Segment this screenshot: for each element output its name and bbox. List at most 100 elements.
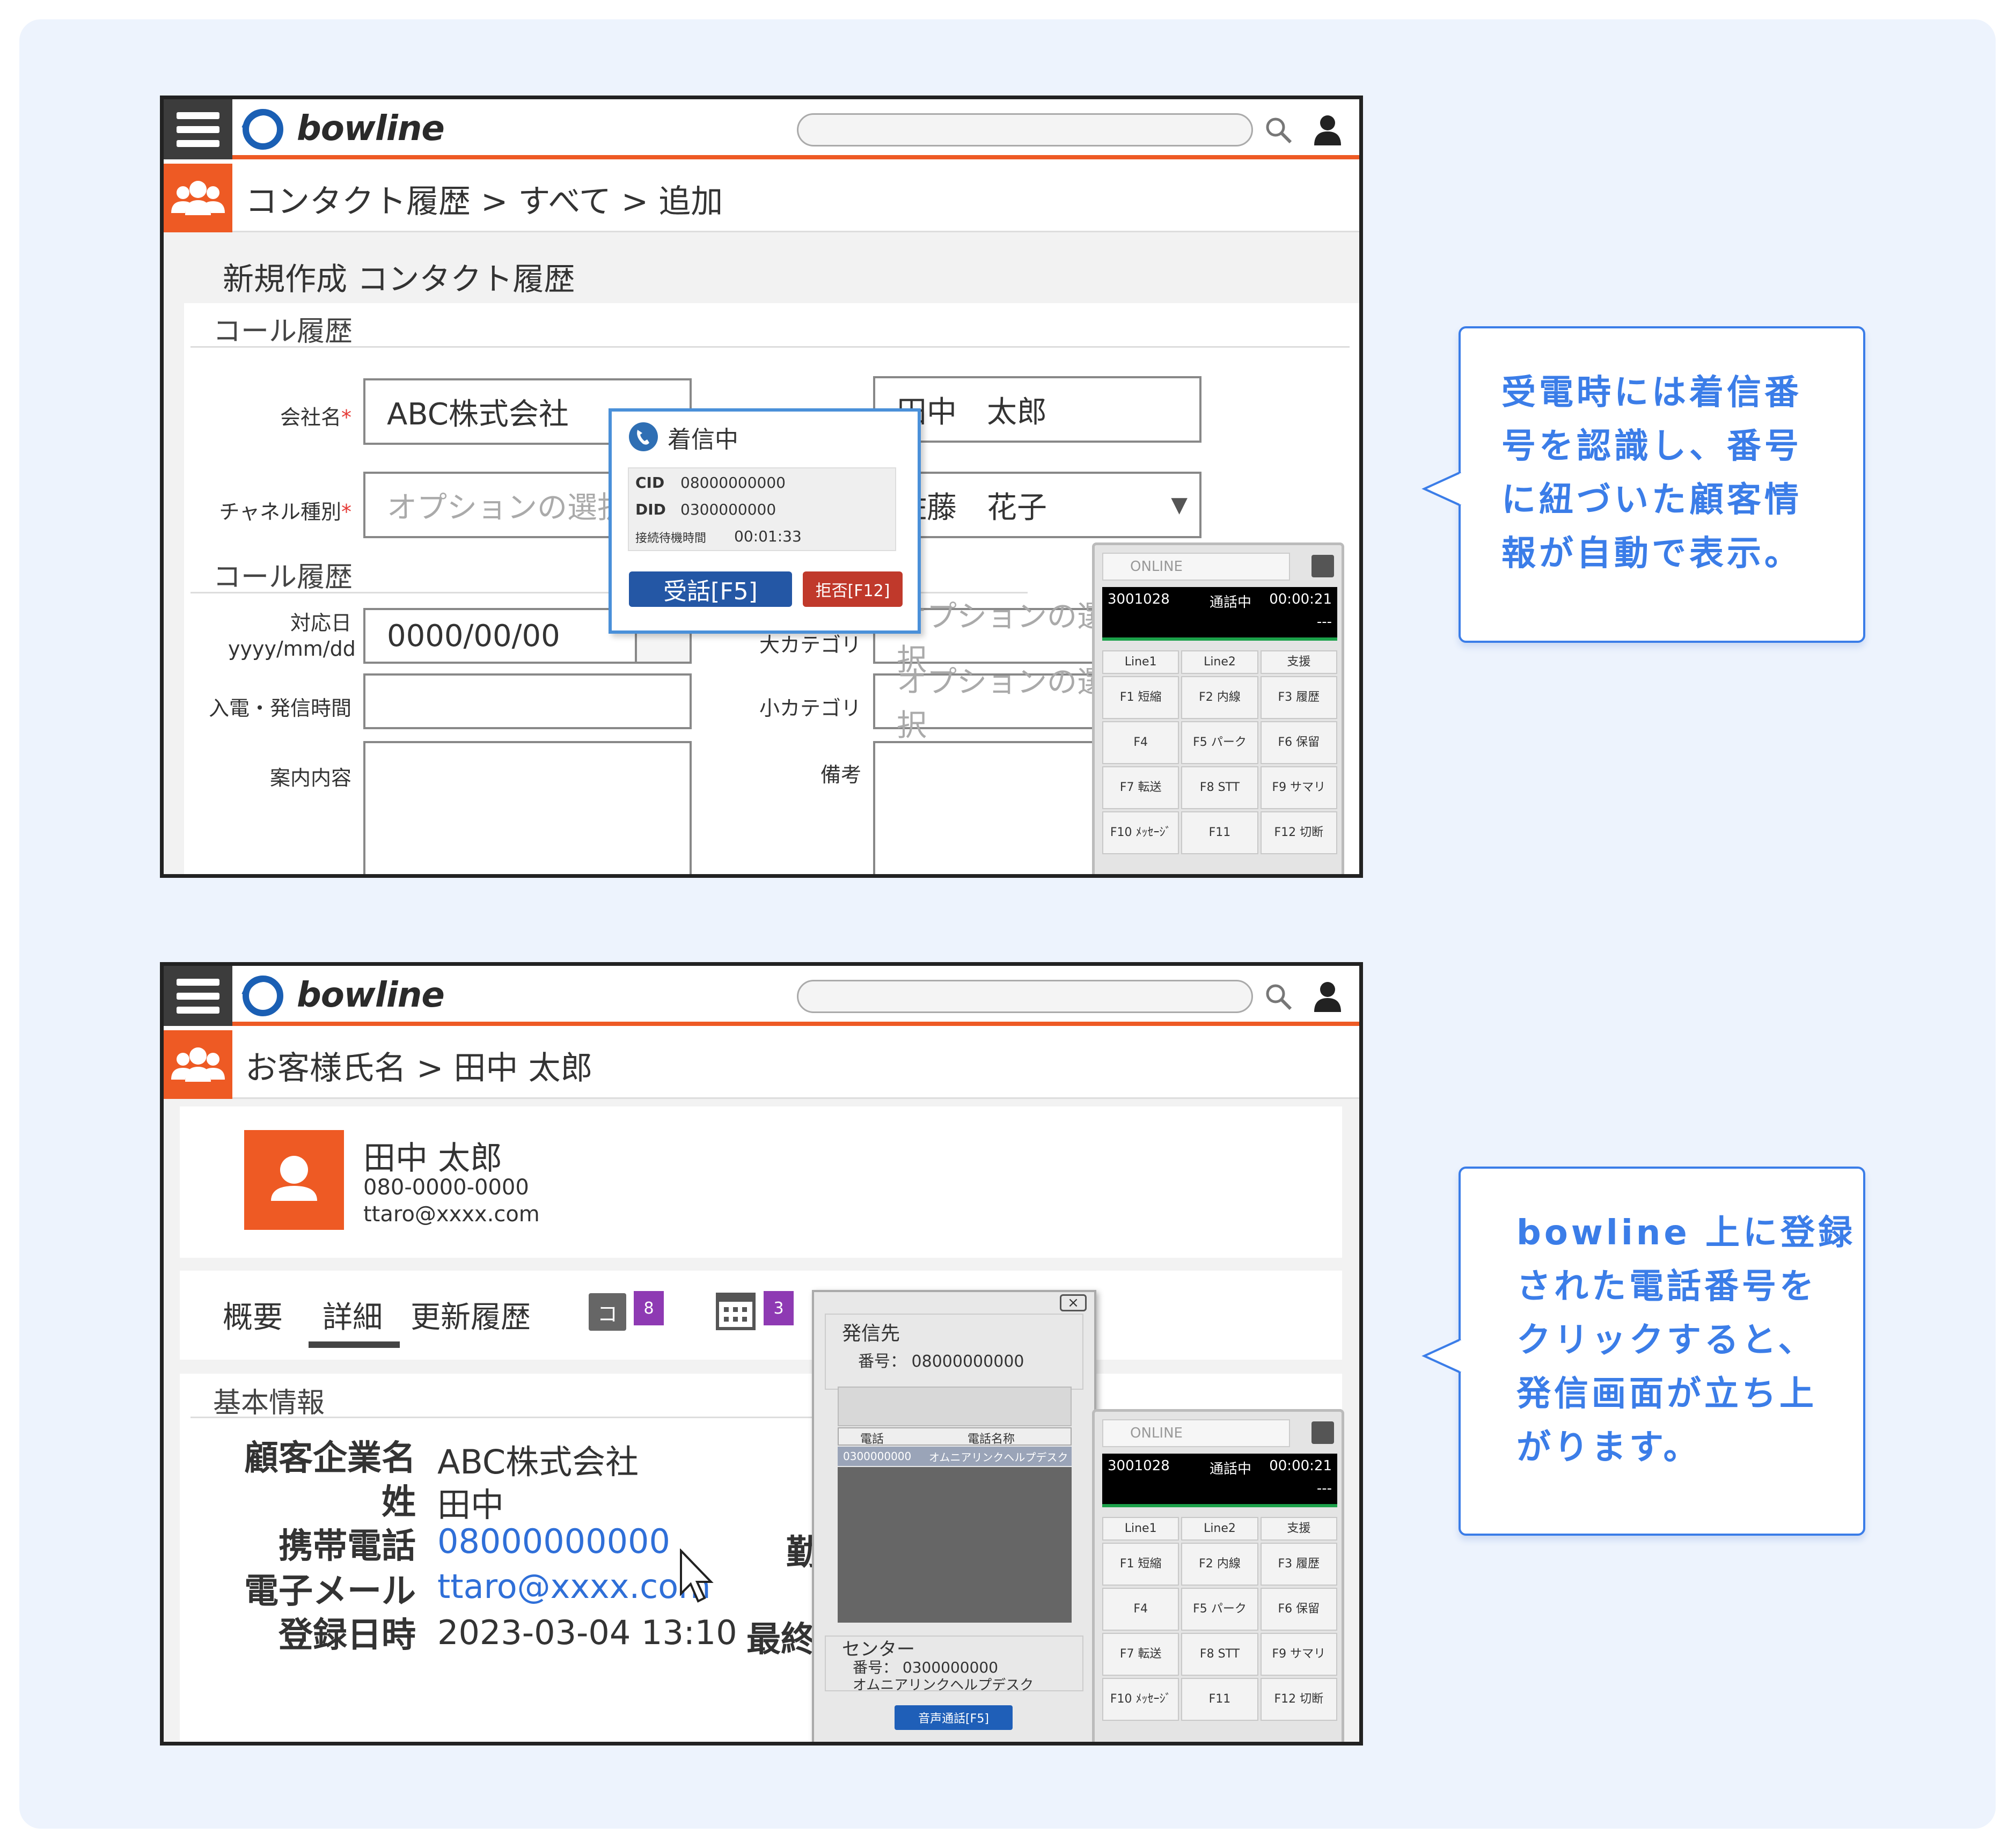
f8-button[interactable]: F8 STT xyxy=(1181,1633,1258,1676)
note-textarea[interactable] xyxy=(873,741,1115,874)
email-link[interactable]: ttaro@xxxx.com xyxy=(437,1567,711,1606)
user-icon[interactable] xyxy=(1312,113,1343,146)
section-title-2: コール履歴 xyxy=(213,561,353,593)
f7-button[interactable]: F7 転送 xyxy=(1102,766,1179,809)
phone-select-box[interactable] xyxy=(838,1387,1072,1426)
line2-button[interactable]: Line2 xyxy=(1181,1517,1258,1541)
status-select[interactable]: ONLINE xyxy=(1102,1419,1290,1447)
f2-button[interactable]: F2 内線 xyxy=(1181,676,1258,719)
reject-button[interactable]: 拒否[F12] xyxy=(803,571,903,607)
mobile-phone-link[interactable]: 08000000000 xyxy=(437,1522,670,1561)
column-name: 電話名称 xyxy=(968,1433,1015,1446)
did-label: DID xyxy=(635,501,666,518)
f7-button[interactable]: F7 転送 xyxy=(1102,1633,1179,1676)
f12-button[interactable]: F12 切断 xyxy=(1260,1678,1337,1721)
contact-count-icon[interactable]: コ xyxy=(589,1293,626,1331)
f2-button[interactable]: F2 内線 xyxy=(1181,1543,1258,1586)
minimize-icon[interactable] xyxy=(1311,1421,1334,1444)
f4-button[interactable]: F4 xyxy=(1102,721,1179,764)
schedule-count-badge: 3 xyxy=(764,1291,794,1325)
f1-button[interactable]: F1 短縮 xyxy=(1102,676,1179,719)
softphone-panel: ONLINE 3001028 通話中 00:00:21 --- Line1 Li… xyxy=(1092,542,1344,874)
minimize-icon[interactable] xyxy=(1311,555,1334,577)
status-select[interactable]: ONLINE xyxy=(1102,553,1290,581)
callout-text: bowline 上に登録 された電話番号を クリックすると、 発信画面が立ち上 がります… xyxy=(1516,1213,1856,1468)
person-field[interactable]: 田中 太郎 xyxy=(873,376,1201,443)
f1-button[interactable]: F1 短縮 xyxy=(1102,1543,1179,1586)
phone-table-row[interactable]: 0300000000 オムニアリンクヘルプデスク xyxy=(838,1447,1072,1466)
smallcat-select[interactable]: オプションの選択 xyxy=(873,665,1115,743)
page-title: 新規作成 コンタクト履歴 xyxy=(223,261,575,297)
f12-button[interactable]: F12 切断 xyxy=(1260,811,1337,854)
close-icon[interactable]: × xyxy=(1060,1294,1087,1311)
f6-button[interactable]: F6 保留 xyxy=(1260,1588,1337,1631)
callout-outgoing: bowline 上に登録 された電話番号を クリックすると、 発信画面が立ち上 がります… xyxy=(1459,1167,1865,1536)
destination-title: 発信先 xyxy=(842,1323,900,1345)
wait-label: 接続待機時間 xyxy=(635,532,707,545)
f10-button[interactable]: F10 ﾒｯｾｰｼﾞ xyxy=(1102,1678,1179,1721)
f3-button[interactable]: F3 履歴 xyxy=(1260,676,1337,719)
call-info: CID 08000000000 DID 0300000000 接続待機時間 00… xyxy=(628,467,896,551)
contacts-icon xyxy=(164,164,232,232)
top-bar: bowline xyxy=(164,99,1359,159)
info-value-company: ABC株式会社 xyxy=(437,1442,639,1482)
user-icon[interactable] xyxy=(1312,980,1343,1013)
contact-card xyxy=(180,1106,1342,1258)
content-textarea[interactable] xyxy=(363,741,692,874)
f8-button[interactable]: F8 STT xyxy=(1181,766,1258,809)
contact-count-badge: 8 xyxy=(634,1291,664,1325)
search-icon[interactable] xyxy=(1263,981,1294,1012)
search-input[interactable] xyxy=(797,980,1253,1013)
center-name: オムニアリンクヘルプデスク xyxy=(853,1677,1034,1693)
breadcrumb: コンタクト履歴 > すべて > 追加 xyxy=(164,164,1359,232)
f10-button[interactable]: F10 ﾒｯｾｰｼﾞ xyxy=(1102,811,1179,854)
answer-button[interactable]: 受話[F5] xyxy=(629,571,792,607)
info-label-email: 電子メール xyxy=(244,1572,416,1611)
contact-phone: 080-0000-0000 xyxy=(363,1175,529,1200)
search-input[interactable] xyxy=(797,113,1253,146)
bowline-logo-icon xyxy=(241,109,283,150)
f11-button[interactable]: F11 xyxy=(1181,1678,1258,1721)
info-label-company: 顧客企業名 xyxy=(244,1439,416,1478)
cid-label: CID xyxy=(635,474,665,492)
callout-tail xyxy=(1422,471,1464,507)
search-icon[interactable] xyxy=(1263,114,1294,145)
company-label: 会社名* xyxy=(280,406,351,429)
active-tab-indicator xyxy=(309,1341,400,1348)
f11-button[interactable]: F11 xyxy=(1181,811,1258,854)
f9-button[interactable]: F9 サマリ xyxy=(1260,766,1337,809)
calendar-icon[interactable] xyxy=(715,1288,756,1331)
f5-button[interactable]: F5 パーク xyxy=(1181,1588,1258,1631)
voice-call-button[interactable]: 音声通話[F5] xyxy=(895,1705,1013,1730)
f9-button[interactable]: F9 サマリ xyxy=(1260,1633,1337,1676)
f4-button[interactable]: F4 xyxy=(1102,1588,1179,1631)
divider xyxy=(190,346,1350,348)
column-phone: 電話 xyxy=(860,1433,884,1446)
f5-button[interactable]: F5 パーク xyxy=(1181,721,1258,764)
line1-button[interactable]: Line1 xyxy=(1102,1517,1179,1541)
f3-button[interactable]: F3 履歴 xyxy=(1260,1543,1337,1586)
callout-incoming: 受電時には着信番 号を認識し、番号 に紐づいた顧客情 報が自動で表示。 xyxy=(1459,326,1865,643)
smallcat-label: 小カテゴリ xyxy=(759,696,861,720)
line1-button[interactable]: Line1 xyxy=(1102,650,1179,674)
tab-overview[interactable]: 概要 xyxy=(223,1293,283,1337)
screenshot-contact-history: bowline コンタクト履歴 > すべて > 追加 新規作成 コンタクト履歴 … xyxy=(160,96,1363,878)
info-value-created: 2023-03-04 13:10 xyxy=(437,1613,737,1652)
support-button[interactable]: 支援 xyxy=(1260,1517,1337,1541)
contact-name: 田中 太郎 xyxy=(363,1140,503,1177)
f6-button[interactable]: F6 保留 xyxy=(1260,721,1337,764)
owner-select[interactable]: 佐藤 花子 ▼ xyxy=(873,472,1201,538)
menu-icon[interactable] xyxy=(164,99,232,159)
tab-history[interactable]: 更新履歴 xyxy=(411,1293,531,1337)
menu-icon[interactable] xyxy=(164,966,232,1026)
channel-label: チャネル種別* xyxy=(219,500,351,524)
tab-detail[interactable]: 詳細 xyxy=(323,1293,383,1337)
time-field[interactable] xyxy=(363,673,692,729)
line2-button[interactable]: Line2 xyxy=(1181,650,1258,674)
screenshot-customer-detail: bowline お客様氏名 > 田中 太郎 田中 太郎 080-0000-000… xyxy=(160,962,1363,1746)
breadcrumb-text: お客様氏名 > 田中 太郎 xyxy=(245,1050,593,1087)
mouse-cursor-icon xyxy=(680,1549,714,1603)
chevron-down-icon: ▼ xyxy=(1171,493,1188,517)
support-button[interactable]: 支援 xyxy=(1260,650,1337,674)
time-label: 入電・発信時間 xyxy=(208,696,351,720)
